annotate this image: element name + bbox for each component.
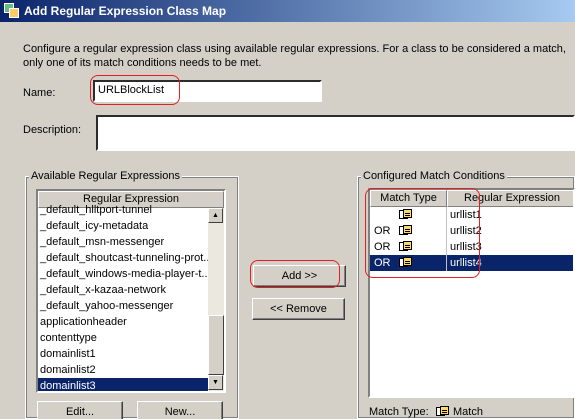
add-button[interactable]: Add >>	[253, 265, 346, 287]
configured-list[interactable]: Match Type Regular Expression urllist1 OR…	[368, 188, 575, 398]
remove-button[interactable]: << Remove	[252, 298, 345, 320]
available-list[interactable]: Regular Expression _default_hlltport-tun…	[36, 189, 226, 393]
match-icon	[399, 241, 412, 252]
col-match-type[interactable]: Match Type	[370, 190, 447, 207]
condition-operator: OR	[374, 225, 391, 237]
condition-row[interactable]: OR urllist3	[370, 239, 573, 255]
available-list-item[interactable]: _default_windows-media-player-t...	[38, 266, 208, 282]
match-type-icon	[436, 405, 449, 417]
available-list-item[interactable]: domainlist2	[38, 362, 208, 378]
scroll-up-icon[interactable]: ▲	[208, 208, 223, 223]
scroll-down-icon[interactable]: ▼	[208, 375, 223, 390]
description-field[interactable]	[96, 115, 575, 151]
configured-group-title: Configured Match Conditions	[361, 170, 507, 182]
condition-regex: urllist2	[450, 225, 482, 237]
available-list-item[interactable]: _default_yahoo-messenger	[38, 298, 208, 314]
available-list-item[interactable]: _default_shoutcast-tunneling-prot...	[38, 250, 208, 266]
match-icon	[399, 209, 412, 220]
condition-row[interactable]: OR urllist2	[370, 223, 573, 239]
available-list-item[interactable]: _default_hlltport-tunnel	[38, 202, 208, 218]
column-divider	[446, 255, 447, 271]
edit-button[interactable]: Edit...	[37, 401, 123, 419]
match-icon	[399, 257, 412, 268]
scroll-thumb[interactable]	[208, 315, 224, 375]
match-icon	[399, 225, 412, 236]
name-field[interactable]: URLBlockList	[93, 80, 322, 102]
column-divider	[446, 239, 447, 255]
condition-row[interactable]: OR urllist4	[370, 255, 573, 271]
condition-operator: OR	[374, 257, 391, 269]
available-group-title: Available Regular Expressions	[29, 170, 182, 182]
available-list-item[interactable]: applicationheader	[38, 314, 208, 330]
condition-regex: urllist4	[450, 257, 482, 269]
available-list-item[interactable]: domainlist3	[38, 378, 208, 391]
description-label: Description:	[23, 124, 82, 136]
available-list-item[interactable]: _default_icy-metadata	[38, 218, 208, 234]
available-list-item[interactable]: domainlist1	[38, 346, 208, 362]
column-divider	[446, 223, 447, 239]
window-title: Add Regular Expression Class Map	[24, 4, 227, 18]
col-regex[interactable]: Regular Expression	[447, 190, 573, 207]
condition-regex: urllist3	[450, 241, 482, 253]
name-label: Name:	[23, 87, 56, 99]
condition-operator: OR	[374, 241, 391, 253]
new-button[interactable]: New...	[137, 401, 223, 419]
available-list-item[interactable]: contenttype	[38, 330, 208, 346]
match-type-value: Match	[453, 406, 483, 418]
available-list-item[interactable]: _default_x-kazaa-network	[38, 282, 208, 298]
class-map-icon	[4, 3, 20, 19]
title-bar[interactable]: Add Regular Expression Class Map	[0, 0, 575, 22]
available-scrollbar[interactable]: ▲ ▼	[208, 208, 224, 391]
condition-regex: urllist1	[450, 209, 482, 221]
match-type-label: Match Type:	[369, 406, 429, 418]
intro-text: Configure a regular expression class usi…	[23, 43, 566, 69]
column-divider	[446, 207, 447, 223]
available-list-item[interactable]: _default_msn-messenger	[38, 234, 208, 250]
condition-row[interactable]: urllist1	[370, 207, 573, 223]
